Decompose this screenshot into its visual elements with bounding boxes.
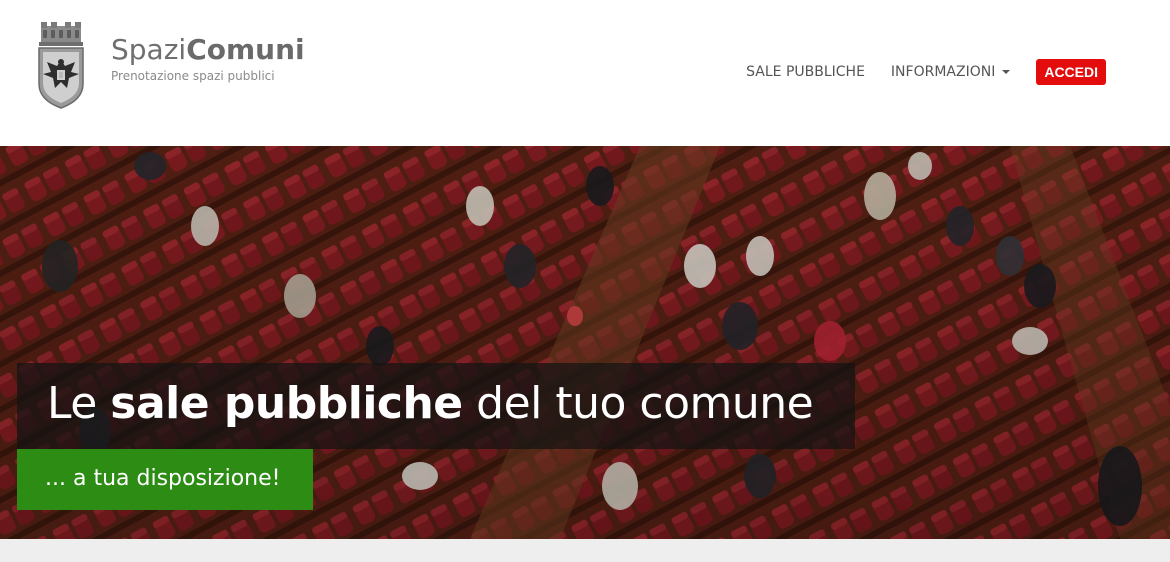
hero-title-bold: sale pubbliche (110, 378, 463, 429)
caret-down-icon (1002, 70, 1011, 74)
hero-subtitle: ... a tua disposizione! (45, 466, 281, 491)
hero-title: Le sale pubbliche del tuo comune (47, 377, 814, 431)
brand[interactable]: SpaziComuni Prenotazione spazi pubblici (111, 33, 305, 83)
nav-item-informazioni[interactable]: INFORMAZIONI (890, 59, 1011, 85)
nav-item-informazioni-label: INFORMAZIONI (890, 64, 996, 80)
hero-title-part2: del tuo comune (462, 378, 814, 429)
brand-subtitle: Prenotazione spazi pubblici (111, 69, 275, 83)
hero-banner: Le sale pubbliche del tuo comune ... a t… (0, 146, 1170, 539)
hero-title-box: Le sale pubbliche del tuo comune (17, 363, 855, 449)
nav-item-sale-pubbliche-label: SALE PUBBLICHE (746, 64, 865, 80)
login-button[interactable]: ACCEDI (1036, 59, 1106, 85)
hero-title-part1: Le (47, 378, 111, 429)
brand-title-light: Spazi (111, 33, 187, 66)
brand-title[interactable]: SpaziComuni (111, 33, 305, 67)
brand-title-bold: Comuni (186, 33, 305, 66)
nav-item-sale-pubbliche[interactable]: SALE PUBBLICHE (746, 59, 865, 85)
coat-of-arms-icon[interactable] (35, 20, 87, 110)
hero-subtitle-box: ... a tua disposizione! (17, 449, 313, 510)
content-strip (0, 539, 1170, 562)
site-header: SpaziComuni Prenotazione spazi pubblici … (0, 0, 1170, 146)
main-nav: SALE PUBBLICHE INFORMAZIONI ACCEDI (720, 59, 1106, 85)
